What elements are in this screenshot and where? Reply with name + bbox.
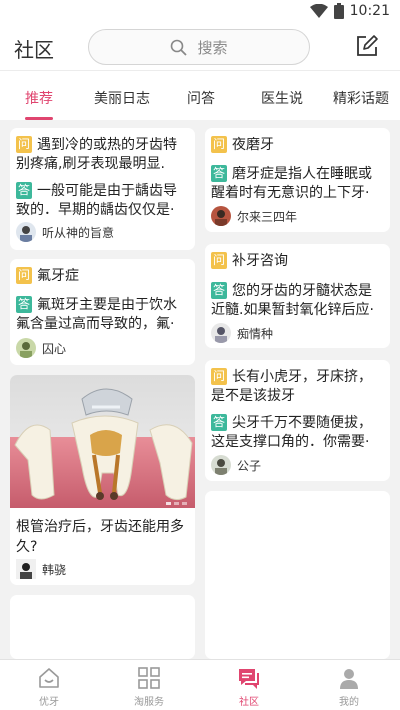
chat-icon [239,669,259,689]
wifi-icon [309,4,328,18]
tab-doctor-says[interactable]: 医生说 [261,88,303,108]
root-canal-image [10,375,195,508]
tab-recommend[interactable]: 推荐 [25,88,53,108]
nav-label: 淘服务 [134,697,164,708]
question-text: 问夜磨牙 [211,136,274,153]
user-name: 韩骁 [42,562,67,577]
status-time: 10:21 [349,3,390,19]
tab-qa[interactable]: 问答 [187,88,215,108]
user-name: 公子 [237,458,262,473]
answer-text: 答磨牙症是指人在睡眠或醒着时有无意识的上下牙· [211,165,372,201]
qa-card[interactable]: 问长有小虎牙，牙床挤，是不是该拔牙 答尖牙千万不要随便拔，这是支撑口角的．你需要… [205,360,390,481]
tab-beauty-diary[interactable]: 美丽日志 [94,88,150,108]
avatar [16,222,36,242]
user-name: 听从神的旨意 [42,225,115,240]
nav-label: 社区 [239,697,259,708]
answer-tag: 答 [211,414,227,431]
qa-card[interactable]: 问夜磨牙 答磨牙症是指人在睡眠或醒着时有无意识的上下牙· 尔来三四年 [205,128,390,232]
user-row[interactable]: 听从神的旨意 [16,222,114,242]
article-title: 根管治疗后，牙齿还能用多久? [16,519,184,555]
question-text: 问遇到冷的或热的牙齿特别疼痛,刷牙表现最明显. [16,136,177,172]
avatar [211,323,231,343]
nav-home[interactable]: 优牙 [19,666,79,708]
answer-tag: 答 [211,165,227,182]
home-icon [39,668,59,688]
question-tag: 问 [211,252,227,269]
tab-topics[interactable]: 精彩话题 [333,88,389,108]
nav-label: 优牙 [39,697,59,708]
question-text: 问补牙咨询 [211,252,288,269]
user-name: 囚心 [42,341,67,356]
user-row[interactable]: 痴情种 [211,323,273,343]
search-placeholder: 搜索 [197,38,228,57]
answer-tag: 答 [16,182,32,199]
avatar [211,455,231,475]
question-text: 问长有小虎牙，牙床挤，是不是该拔牙 [211,368,372,404]
active-tab-indicator [25,117,53,120]
avatar [16,559,36,579]
bottom-nav: 优牙 淘服务 社区 我的 [0,659,400,710]
qa-card[interactable]: 问氟牙症 答氟斑牙主要是由于饮水氟含量过高而导致的，氟· 囚心 [10,259,195,365]
user-row[interactable]: 韩骁 [16,559,66,579]
answer-tag: 答 [16,296,32,313]
article-card[interactable]: 根管治疗后，牙齿还能用多久? 韩骁 [10,375,195,585]
user-row[interactable]: 公子 [211,455,261,475]
search-icon [171,39,188,56]
question-text: 问氟牙症 [16,267,79,284]
answer-tag: 答 [211,282,227,299]
battery-icon [333,3,344,19]
category-tabs: 推荐 美丽日志 问答 医生说 精彩话题 [0,70,400,120]
grid-icon [138,667,160,689]
app-header: 社区 搜索 [0,24,400,70]
answer-text: 答尖牙千万不要随便拔，这是支撑口角的．你需要· [211,414,372,450]
nav-profile[interactable]: 我的 [319,666,379,708]
answer-text: 答氟斑牙主要是由于饮水氟含量过高而导致的，氟· [16,296,177,332]
question-tag: 问 [211,136,227,153]
qa-card[interactable]: 问补牙咨询 答您的牙齿的牙髓状态是近髓.如果暂封氧化锌后应· 痴情种 [205,244,390,348]
qa-card[interactable]: 问遇到冷的或热的牙齿特别疼痛,刷牙表现最明显. 答一般可能是由于龋齿导致的．早期… [10,128,195,250]
answer-text: 答一般可能是由于龋齿导致的．早期的龋齿仅仅是· [16,182,177,218]
answer-text: 答您的牙齿的牙髓状态是近髓.如果暂封氧化锌后应· [211,282,374,318]
feed-card-partial[interactable] [205,491,390,659]
person-icon [340,669,358,689]
question-tag: 问 [16,267,32,284]
avatar [16,338,36,358]
question-tag: 问 [211,368,227,385]
user-row[interactable]: 尔来三四年 [211,206,297,226]
nav-label: 我的 [339,697,359,708]
user-name: 尔来三四年 [237,209,298,224]
status-bar: 10:21 [0,0,400,24]
avatar [211,206,231,226]
user-name: 痴情种 [237,326,274,341]
page-title: 社区 [14,38,54,62]
user-row[interactable]: 囚心 [16,338,66,358]
nav-services[interactable]: 淘服务 [119,666,179,708]
question-tag: 问 [16,136,32,153]
search-input[interactable]: 搜索 [88,29,310,65]
feed-card-partial[interactable] [10,595,195,659]
edit-icon[interactable] [355,34,379,58]
nav-community[interactable]: 社区 [219,666,279,708]
status-icons: 10:21 [309,3,390,19]
